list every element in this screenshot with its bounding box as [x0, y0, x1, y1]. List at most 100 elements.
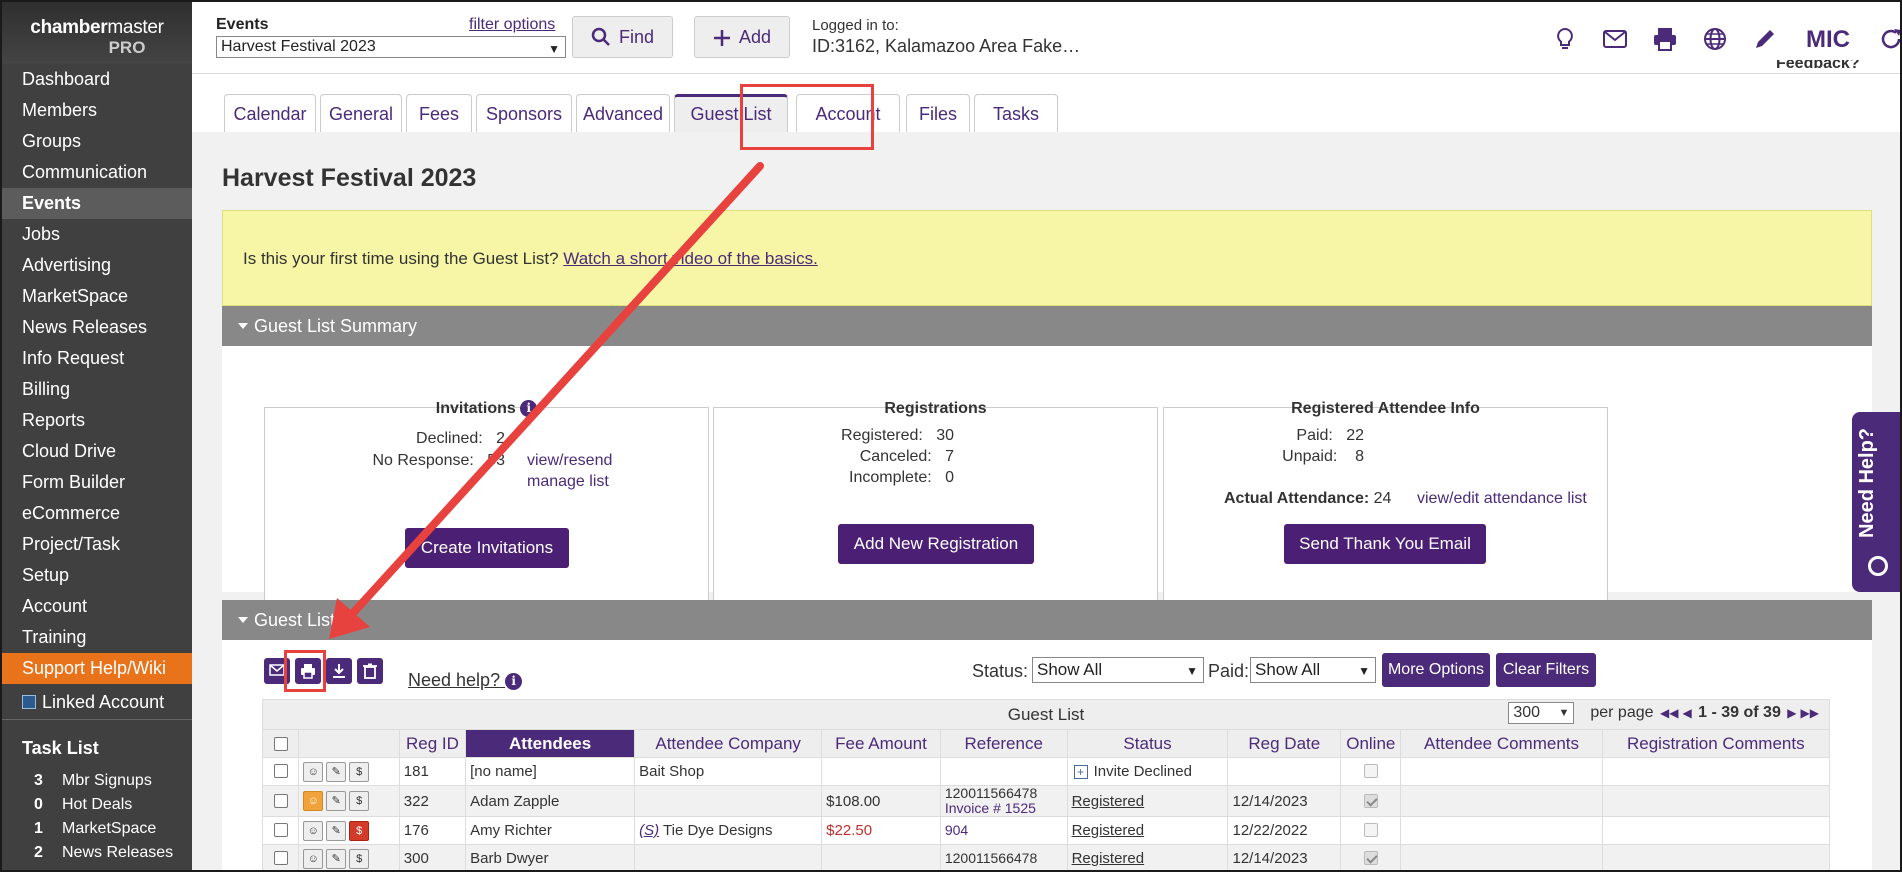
user-initials[interactable]: MIC — [1806, 26, 1850, 54]
reference-line2[interactable]: Invoice # 1525 — [945, 801, 1063, 816]
sidebar-item-marketspace[interactable]: MarketSpace — [2, 281, 192, 312]
clear-filters-button[interactable]: Clear Filters — [1496, 653, 1596, 687]
sidebar-item-training[interactable]: Training — [2, 622, 192, 653]
column-header-attendee-company[interactable]: Attendee Company — [634, 729, 823, 758]
mail-icon[interactable] — [1602, 26, 1628, 52]
guest-list-summary-header[interactable]: Guest List Summary — [222, 306, 1872, 346]
sidebar-item-support-help-wiki[interactable]: Support Help/Wiki — [2, 653, 192, 684]
last-page-icon[interactable]: ▶▶ — [1801, 706, 1819, 720]
task-item-mbr-signups[interactable]: 3 Mbr Signups — [2, 769, 192, 793]
sidebar-item-members[interactable]: Members — [2, 95, 192, 126]
sidebar-item-dashboard[interactable]: Dashboard — [2, 64, 192, 95]
sidebar-item-info-request[interactable]: Info Request — [2, 343, 192, 374]
attendee-cell[interactable]: Amy Richter — [465, 816, 636, 845]
need-help-link[interactable]: Need help? i — [408, 670, 523, 691]
select-all-checkbox[interactable] — [273, 736, 288, 751]
person-icon[interactable]: ☺ — [303, 848, 324, 869]
print-icon[interactable] — [1652, 26, 1678, 52]
column-header-reg-date[interactable]: Reg Date — [1227, 729, 1342, 758]
plus-icon[interactable]: + — [1073, 765, 1088, 779]
column-header-online[interactable]: Online — [1340, 729, 1402, 758]
row-checkbox[interactable] — [273, 851, 288, 865]
delete-guests-button[interactable] — [357, 658, 383, 684]
sidebar-item-form-builder[interactable]: Form Builder — [2, 467, 192, 498]
column-header-attendee-comments[interactable]: Attendee Comments — [1400, 729, 1603, 758]
sidebar-item-jobs[interactable]: Jobs — [2, 219, 192, 250]
edit-icon[interactable]: ✎ — [326, 820, 347, 841]
tab-fees[interactable]: Fees — [406, 94, 472, 132]
status-value[interactable]: Registered — [1072, 850, 1145, 867]
need-help-side-tab[interactable]: Need Help? — [1852, 412, 1900, 592]
person-icon[interactable]: ☺ — [303, 820, 324, 841]
sidebar-item-events[interactable]: Events — [2, 188, 192, 219]
info-icon[interactable]: i — [520, 400, 538, 417]
company-prefix[interactable]: (S) — [639, 822, 659, 839]
attendee-cell[interactable]: [no name] — [465, 757, 636, 786]
column-header-status[interactable]: Status — [1066, 729, 1229, 758]
paid-filter-select[interactable]: Show All ▼ — [1250, 657, 1376, 683]
add-button[interactable]: Add — [694, 16, 791, 58]
refresh-icon[interactable] — [1878, 26, 1902, 52]
manage-list-link[interactable]: manage list — [527, 471, 609, 492]
row-checkbox[interactable] — [273, 823, 288, 837]
sidebar-item-linked-account[interactable]: Linked Account — [2, 684, 192, 720]
view-edit-attendance-link[interactable]: view/edit attendance list — [1417, 488, 1587, 509]
tab-calendar[interactable]: Calendar — [224, 94, 316, 132]
edit-icon[interactable]: ✎ — [326, 761, 347, 782]
column-header-reg-id[interactable]: Reg ID — [398, 729, 467, 758]
chambermaster-logo[interactable]: chambermaster PRO — [2, 2, 192, 64]
lightbulb-icon[interactable] — [1552, 26, 1578, 52]
sidebar-item-news-releases[interactable]: News Releases — [2, 312, 192, 343]
globe-icon[interactable] — [1702, 26, 1728, 52]
column-header-attendees[interactable]: Attendees — [465, 729, 636, 758]
status-value[interactable]: Registered — [1072, 793, 1145, 810]
add-new-registration-button[interactable]: Add New Registration — [838, 524, 1034, 564]
task-item-marketspace[interactable]: 1 MarketSpace — [2, 817, 192, 841]
column-header-registration-comments[interactable]: Registration Comments — [1601, 729, 1831, 758]
sidebar-item-setup[interactable]: Setup — [2, 560, 192, 591]
attendee-cell[interactable]: Barb Dwyer — [465, 844, 636, 870]
row-checkbox[interactable] — [273, 764, 288, 778]
status-filter-select[interactable]: Show All ▼ — [1032, 657, 1204, 683]
tab-sponsors[interactable]: Sponsors — [476, 94, 572, 132]
tab-general[interactable]: General — [320, 94, 402, 132]
create-invitations-button[interactable]: Create Invitations — [405, 528, 569, 568]
person-icon[interactable]: ☺ — [303, 761, 324, 782]
prev-page-icon[interactable]: ◀ — [1682, 706, 1691, 720]
guest-list-header[interactable]: Guest List — [222, 600, 1872, 640]
watch-video-link[interactable]: Watch a short video of the basics. — [563, 249, 818, 268]
attendee-cell[interactable]: Adam Zapple — [465, 785, 636, 817]
more-options-button[interactable]: More Options — [1382, 653, 1490, 687]
send-thank-you-email-button[interactable]: Send Thank You Email — [1284, 524, 1486, 564]
sidebar-item-groups[interactable]: Groups — [2, 126, 192, 157]
tab-tasks[interactable]: Tasks — [974, 94, 1058, 132]
dollar-icon[interactable]: $ — [349, 791, 370, 811]
task-item-news-releases[interactable]: 2 News Releases — [2, 841, 192, 865]
person-icon[interactable]: ☺ — [303, 791, 324, 811]
per-page-select[interactable]: 300 ▼ — [1508, 702, 1575, 724]
sidebar-item-cloud-drive[interactable]: Cloud Drive — [2, 436, 192, 467]
sidebar-item-account[interactable]: Account — [2, 591, 192, 622]
edit-icon[interactable]: ✎ — [326, 848, 347, 869]
sidebar-item-advertising[interactable]: Advertising — [2, 250, 192, 281]
event-select[interactable]: Harvest Festival 2023 ▼ — [216, 36, 566, 58]
feedback-link[interactable]: Feedback? — [1776, 60, 1860, 74]
view-resend-link[interactable]: view/resend — [527, 450, 612, 471]
dollar-icon[interactable]: $ — [349, 820, 370, 841]
find-button[interactable]: Find — [572, 16, 674, 58]
column-header-fee-amount[interactable]: Fee Amount — [821, 729, 941, 758]
sidebar-item-billing[interactable]: Billing — [2, 374, 192, 405]
tab-files[interactable]: Files — [906, 94, 970, 132]
sidebar-item-ecommerce[interactable]: eCommerce — [2, 498, 192, 529]
dollar-icon[interactable]: $ — [349, 761, 370, 782]
edit-icon[interactable]: ✎ — [326, 791, 347, 811]
row-checkbox[interactable] — [273, 793, 288, 808]
export-guest-list-button[interactable] — [326, 658, 352, 684]
sidebar-item-project-task[interactable]: Project/Task — [2, 529, 192, 560]
next-page-icon[interactable]: ▶ — [1787, 706, 1796, 720]
tab-advanced[interactable]: Advanced — [576, 94, 670, 132]
dollar-icon[interactable]: $ — [349, 848, 370, 869]
status-value[interactable]: Registered — [1072, 822, 1145, 839]
first-page-icon[interactable]: ◀◀ — [1660, 706, 1678, 720]
column-header-reference[interactable]: Reference — [939, 729, 1068, 758]
